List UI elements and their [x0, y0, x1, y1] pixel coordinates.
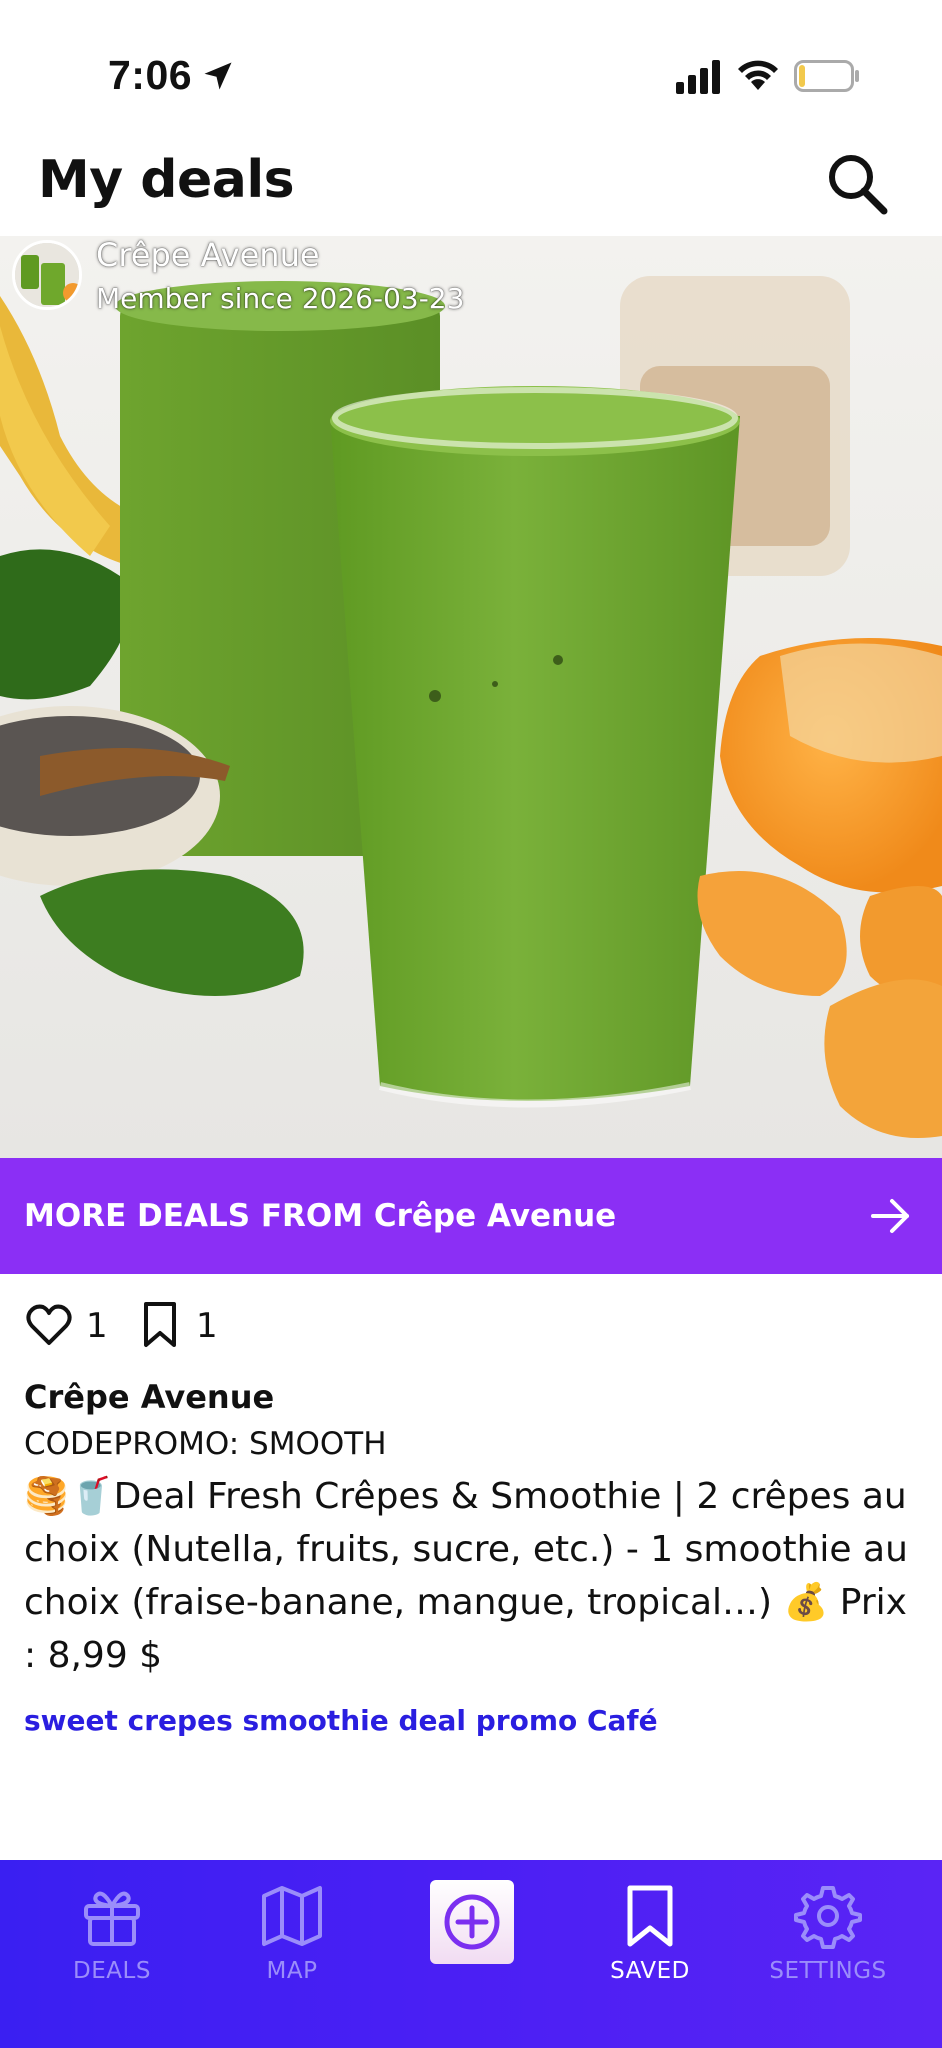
deal-description: 🥞🥤Deal Fresh Crêpes & Smoothie | 2 crêpe… — [24, 1476, 908, 1676]
smoothie-photo — [0, 236, 942, 1158]
cellular-signal-icon — [676, 60, 720, 94]
gear-icon — [794, 1886, 862, 1949]
merchant-name[interactable]: Crêpe Avenue — [96, 236, 320, 274]
deal-image[interactable]: Crêpe Avenue Member since 2026-03-23 — [0, 236, 942, 1158]
search-icon[interactable] — [824, 150, 890, 216]
battery-icon — [794, 60, 859, 92]
add-circle-icon — [444, 1894, 500, 1950]
nav-settings-label: SETTINGS — [769, 1958, 887, 1984]
like-count: 1 — [86, 1306, 108, 1346]
wifi-icon — [738, 60, 778, 90]
bookmark-icon — [627, 1885, 673, 1947]
arrow-right-icon — [871, 1199, 909, 1233]
nav-deals-label: DEALS — [73, 1958, 151, 1984]
bookmark-outline-icon[interactable] — [140, 1300, 180, 1350]
bottom-nav: DEALS MAP SAVED SETTINGS — [0, 1860, 942, 2048]
deal-tags[interactable]: sweet crepes smoothie deal promo Café — [24, 1704, 658, 1737]
save-count: 1 — [196, 1306, 218, 1346]
page-title: My deals — [38, 150, 295, 210]
nav-saved[interactable]: SAVED — [580, 1882, 720, 2002]
nav-saved-label: SAVED — [610, 1958, 690, 1984]
more-deals-label: MORE DEALS FROM Crêpe Avenue — [24, 1198, 617, 1234]
nav-map[interactable]: MAP — [222, 1882, 362, 2002]
heart-icon[interactable] — [24, 1300, 74, 1350]
nav-settings[interactable]: SETTINGS — [758, 1882, 898, 2002]
status-bar: 7:06 — [0, 0, 942, 140]
nav-map-label: MAP — [266, 1958, 318, 1984]
merchant-avatar[interactable] — [12, 240, 82, 310]
gift-icon — [84, 1891, 140, 1946]
more-deals-button[interactable]: MORE DEALS FROM Crêpe Avenue — [0, 1158, 942, 1274]
deal-actions: 1 1 — [0, 1300, 942, 1352]
map-icon — [262, 1886, 322, 1946]
nav-deals[interactable]: DEALS — [42, 1882, 182, 2002]
promo-code: CODEPROMO: SMOOTH — [24, 1426, 387, 1462]
member-since: Member since 2026-03-23 — [96, 282, 465, 315]
deal-merchant-name: Crêpe Avenue — [24, 1378, 275, 1416]
location-arrow-icon — [204, 62, 232, 90]
status-time: 7:06 — [108, 52, 193, 98]
header: My deals — [0, 140, 942, 236]
add-deal-button[interactable] — [430, 1880, 514, 1964]
